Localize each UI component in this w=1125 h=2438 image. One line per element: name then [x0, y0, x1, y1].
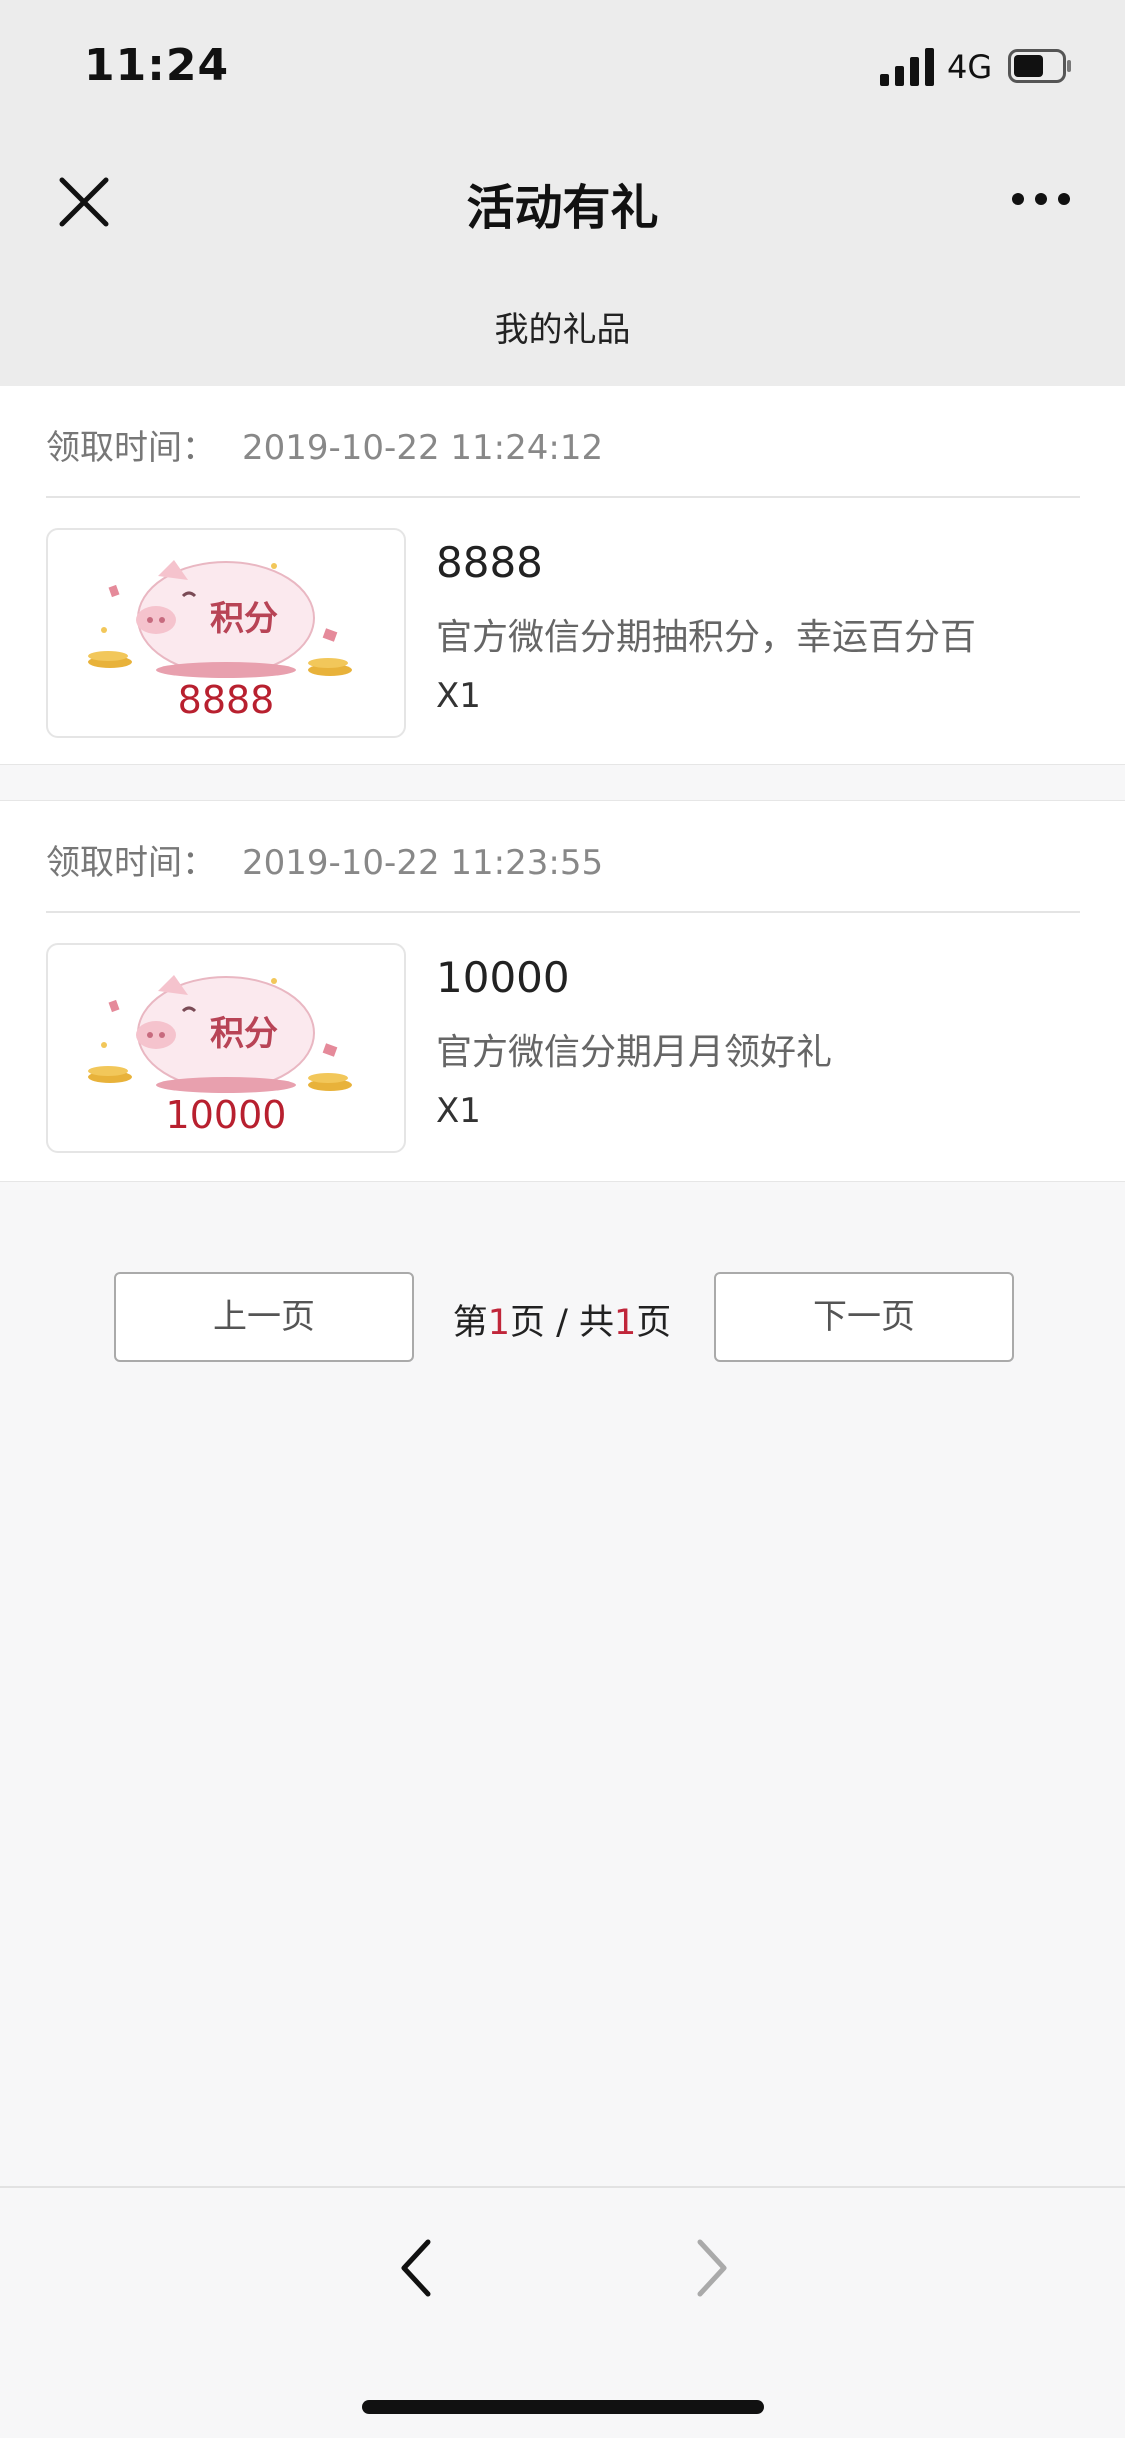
gift-image-label: 积分 — [210, 599, 278, 639]
gift-card[interactable]: 领取时间： 2019-10-22 11:23:55 积分 10000 10000 … — [0, 800, 1125, 1182]
claim-time-value: 2019-10-22 11:23:55 — [242, 843, 604, 883]
more-icon[interactable] — [1010, 184, 1072, 214]
signal-icon — [880, 48, 934, 86]
gift-image-amount: 10000 — [165, 1093, 287, 1137]
page-mid: 页 / 共 — [509, 1303, 615, 1343]
section-title: 我的礼品 — [494, 310, 631, 350]
gift-image-amount: 8888 — [177, 678, 275, 722]
page-suffix: 页 — [636, 1303, 672, 1343]
pagination: 上一页 第1页 / 共1页 下一页 — [0, 1272, 1125, 1362]
next-page-button[interactable]: 下一页 — [714, 1272, 1014, 1362]
gift-description: 官方微信分期月月领好礼 — [436, 1032, 833, 1073]
home-indicator — [362, 2400, 764, 2414]
forward-arrow-icon[interactable] — [692, 2236, 732, 2300]
claim-time-row: 领取时间： 2019-10-22 11:23:55 — [46, 835, 603, 884]
gift-image-label: 积分 — [210, 1014, 278, 1054]
gift-quantity: X1 — [436, 1091, 481, 1131]
page-title: 活动有礼 — [466, 180, 659, 236]
claim-time-value: 2019-10-22 11:24:12 — [242, 428, 604, 468]
section-header: 我的礼品 — [0, 264, 1125, 386]
network-type: 4G — [947, 48, 993, 86]
navigation-bar: 活动有礼 — [0, 132, 1125, 264]
page-prefix: 第 — [452, 1303, 488, 1343]
divider — [46, 496, 1080, 498]
total-pages: 1 — [614, 1303, 637, 1343]
divider — [46, 911, 1080, 913]
status-time: 11:24 — [84, 40, 230, 91]
claim-time-label: 领取时间： — [46, 428, 216, 468]
gift-image: 积分 8888 — [46, 528, 406, 738]
gift-image: 积分 10000 — [46, 943, 406, 1153]
gift-quantity: X1 — [436, 676, 481, 716]
prev-page-button[interactable]: 上一页 — [114, 1272, 414, 1362]
back-arrow-icon[interactable] — [396, 2236, 436, 2300]
page-indicator: 第1页 / 共1页 — [440, 1294, 684, 1345]
claim-time-label: 领取时间： — [46, 843, 216, 883]
current-page: 1 — [487, 1303, 510, 1343]
status-bar: 11:24 4G — [0, 0, 1125, 132]
claim-time-row: 领取时间： 2019-10-22 11:24:12 — [46, 420, 603, 469]
gift-title: 10000 — [436, 953, 570, 1002]
gift-card[interactable]: 领取时间： 2019-10-22 11:24:12 积分 8888 8888 官方… — [0, 386, 1125, 765]
browser-toolbar — [0, 2186, 1125, 2438]
gift-title: 8888 — [436, 538, 543, 587]
battery-icon — [1008, 49, 1071, 83]
gift-description: 官方微信分期抽积分，幸运百分百 — [436, 617, 977, 658]
